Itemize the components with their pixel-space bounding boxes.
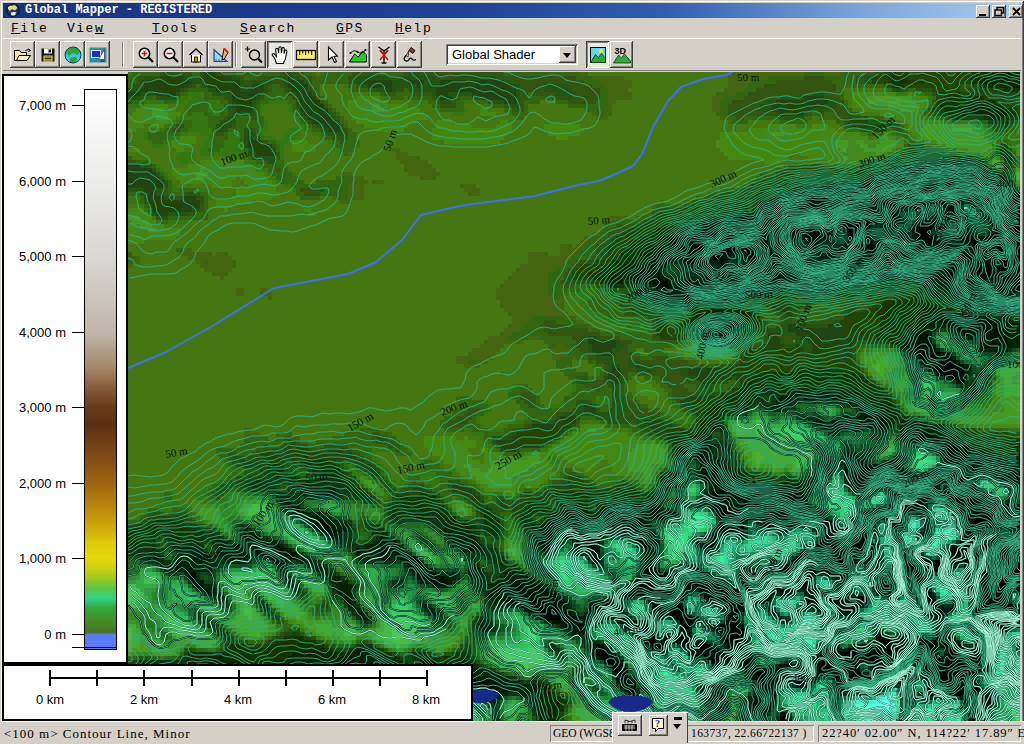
- svg-text:?: ?: [655, 718, 660, 729]
